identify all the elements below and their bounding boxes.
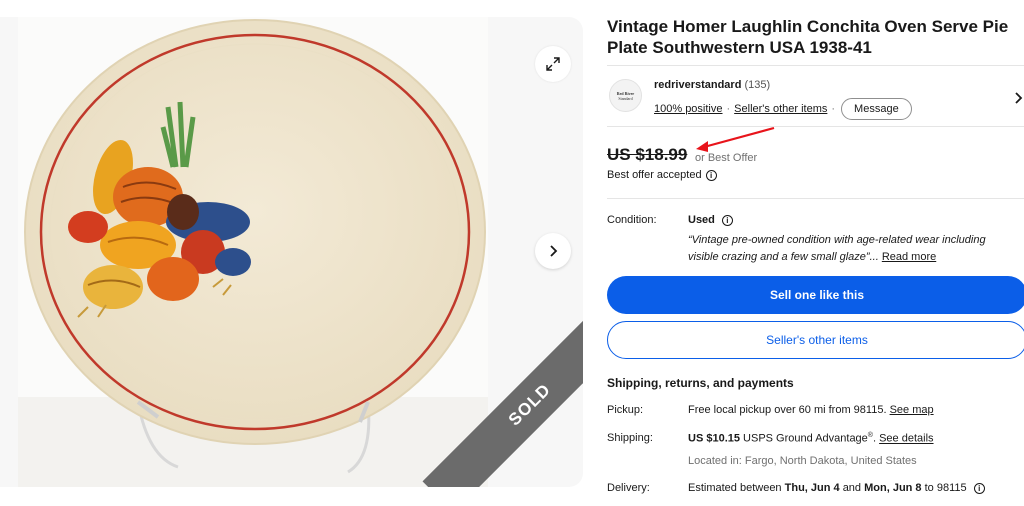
sold-ribbon: SOLD xyxy=(422,319,583,487)
image-gallery: SOLD xyxy=(0,17,583,487)
sell-one-like-this-button[interactable]: Sell one like this xyxy=(607,276,1024,314)
delivery-end: Mon, Jun 8 xyxy=(864,482,922,494)
chevron-right-icon[interactable] xyxy=(1012,92,1024,104)
info-icon[interactable]: i xyxy=(721,214,733,226)
separator: · xyxy=(831,103,836,115)
seller-positive-link[interactable]: 100% positive xyxy=(654,103,723,115)
condition-description: “Vintage pre-owned condition with age-re… xyxy=(688,232,1018,266)
offer-status: Best offer accepted xyxy=(607,169,702,181)
shipping-value-line: US $10.15 USPS Ground Advantage®. See de… xyxy=(688,432,934,445)
delivery-start: Thu, Jun 4 xyxy=(784,482,840,494)
see-map-link[interactable]: See map xyxy=(890,404,934,416)
seller-name-line: redriverstandard (135) xyxy=(654,79,770,91)
expand-image-button[interactable] xyxy=(535,46,571,82)
seller-logo-line2: Standard xyxy=(618,95,633,101)
or-best-offer: or Best Offer xyxy=(695,152,758,164)
info-icon[interactable]: i xyxy=(973,482,985,494)
next-image-button[interactable] xyxy=(535,233,571,269)
seller-links: 100% positive · Seller's other items · M… xyxy=(654,98,912,120)
seller-logo[interactable]: Red River Standard xyxy=(609,79,642,112)
seller-other-items-link[interactable]: Seller's other items xyxy=(734,103,827,115)
pickup-value-line: Free local pickup over 60 mi from 98115.… xyxy=(688,404,934,416)
expand-icon xyxy=(546,57,560,71)
seller-card: Red River Standard redriverstandard (135… xyxy=(607,65,1024,127)
item-location: Located in: Fargo, North Dakota, United … xyxy=(688,455,917,467)
shipping-heading: Shipping, returns, and payments xyxy=(607,376,794,390)
registered-mark: ® xyxy=(867,432,873,439)
shipping-service: USPS Ground Advantage xyxy=(743,432,868,445)
condition-value: Used xyxy=(688,214,715,226)
listing-details: Vintage Homer Laughlin Conchita Oven Ser… xyxy=(607,0,1024,506)
condition-quote: “Vintage pre-owned condition with age-re… xyxy=(688,234,986,263)
sellers-other-items-button[interactable]: Seller's other items xyxy=(607,321,1024,359)
divider xyxy=(607,198,1024,199)
chevron-right-icon xyxy=(550,245,558,257)
pickup-label: Pickup: xyxy=(607,404,644,416)
delivery-label: Delivery: xyxy=(607,482,650,494)
info-icon[interactable]: i xyxy=(705,169,717,181)
message-button[interactable]: Message xyxy=(841,98,912,120)
shipping-price: US $10.15 xyxy=(688,432,740,445)
listing-title: Vintage Homer Laughlin Conchita Oven Ser… xyxy=(607,17,1009,57)
seller-name[interactable]: redriverstandard xyxy=(654,79,741,91)
shipping-label: Shipping: xyxy=(607,432,653,444)
sold-ribbon-container: SOLD xyxy=(390,319,583,487)
price: US $18.99 xyxy=(607,145,688,164)
delivery-value-line: Estimated between Thu, Jun 4 and Mon, Ju… xyxy=(688,482,985,494)
read-more-link[interactable]: Read more xyxy=(882,251,936,263)
separator: · xyxy=(726,103,731,115)
delivery-and: and xyxy=(842,482,862,494)
offer-status-line: Best offer accepted i xyxy=(607,169,717,181)
seller-feedback-count: (135) xyxy=(744,79,771,91)
delivery-to: to 98115 xyxy=(924,482,967,494)
delivery-prefix: Estimated between xyxy=(688,482,782,494)
condition-value-line: Used i xyxy=(688,214,733,226)
condition-label: Condition: xyxy=(607,214,657,226)
pickup-value: Free local pickup over 60 mi from 98115. xyxy=(688,404,887,416)
see-details-link[interactable]: See details xyxy=(879,433,933,445)
